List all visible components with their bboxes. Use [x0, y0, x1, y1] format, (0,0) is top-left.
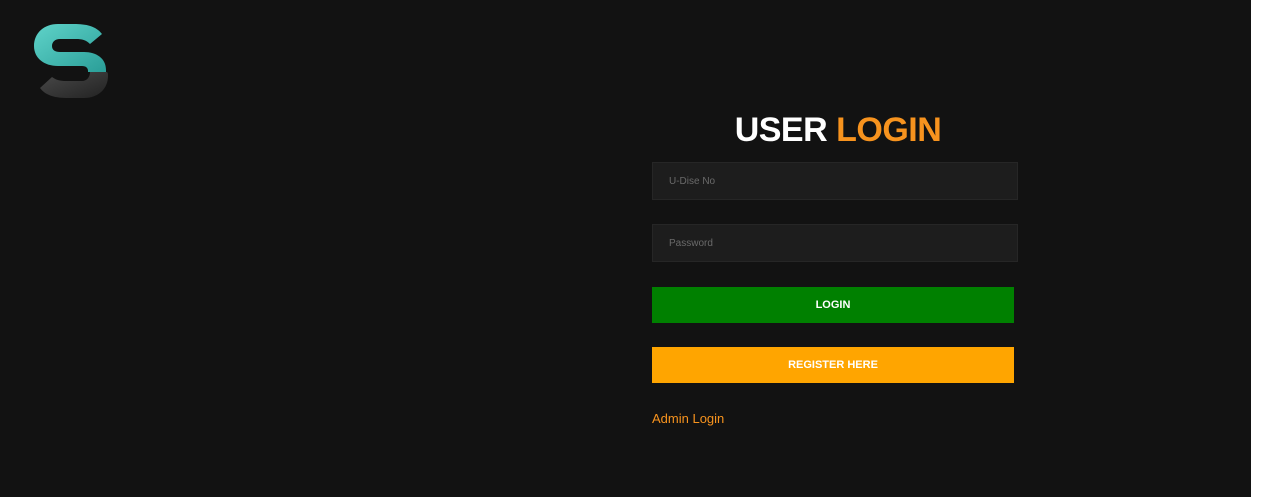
title-user: USER [734, 111, 828, 149]
login-button[interactable]: LOGIN [652, 287, 1014, 323]
admin-login-link[interactable]: Admin Login [652, 411, 724, 426]
app-container: USER LOGIN LOGIN REGISTER HERE Admin Log… [0, 0, 1251, 497]
register-button[interactable]: REGISTER HERE [652, 347, 1014, 383]
login-panel: USER LOGIN LOGIN REGISTER HERE Admin Log… [652, 108, 1018, 426]
page-title: USER LOGIN [652, 108, 1018, 152]
title-login: LOGIN [836, 111, 942, 149]
password-input[interactable] [652, 224, 1018, 262]
s-logo-icon [34, 24, 108, 98]
udise-input[interactable] [652, 162, 1018, 200]
